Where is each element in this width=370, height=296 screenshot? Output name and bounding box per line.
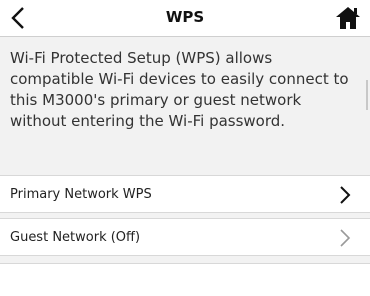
- chevron-right-icon: [340, 186, 351, 204]
- page-title: WPS: [165, 8, 205, 26]
- chevron-left-icon: [11, 7, 24, 29]
- scrollbar[interactable]: [366, 80, 368, 110]
- chevron-right-icon: [340, 229, 351, 247]
- guest-network-row[interactable]: Guest Network (Off): [0, 218, 370, 256]
- back-button[interactable]: [6, 4, 36, 32]
- wps-screen: WPS Wi-Fi Protected Setup (WPS) allows c…: [0, 0, 370, 296]
- primary-network-wps-label: Primary Network WPS: [10, 187, 152, 202]
- home-button[interactable]: [332, 4, 364, 32]
- primary-network-wps-row[interactable]: Primary Network WPS: [0, 175, 370, 213]
- wps-description: Wi-Fi Protected Setup (WPS) allows compa…: [10, 49, 349, 130]
- header-bar: WPS: [0, 0, 370, 37]
- home-icon: [336, 7, 360, 29]
- guest-network-label: Guest Network (Off): [10, 230, 141, 245]
- empty-list-row: [0, 263, 370, 296]
